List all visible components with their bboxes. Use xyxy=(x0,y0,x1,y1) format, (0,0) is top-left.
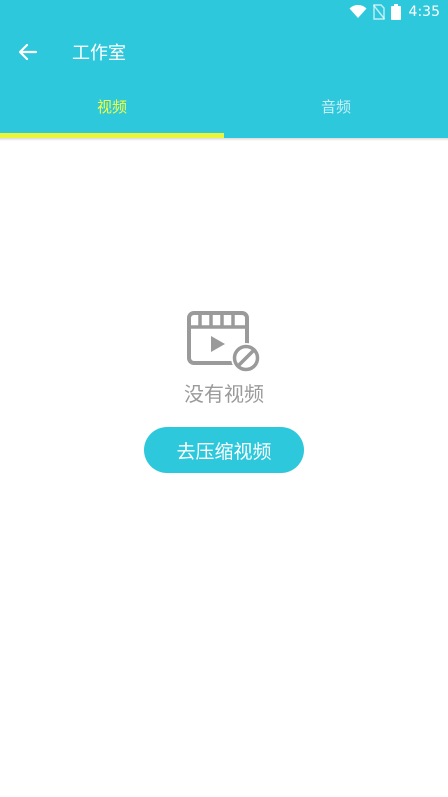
page-title: 工作室 xyxy=(72,43,126,64)
battery-icon xyxy=(390,4,401,20)
back-button[interactable] xyxy=(8,32,48,72)
no-sim-icon xyxy=(372,4,385,20)
arrow-left-icon xyxy=(18,43,38,61)
empty-message: 没有视频 xyxy=(184,382,264,406)
app-bar-shadow xyxy=(0,138,448,141)
tab-audio-label: 音频 xyxy=(320,97,351,116)
app-bar: 4:35 工作室 视频 音频 xyxy=(0,0,448,138)
video-off-icon xyxy=(187,311,261,373)
toolbar: 工作室 xyxy=(0,24,448,80)
go-compress-video-button[interactable]: 去压缩视频 xyxy=(144,427,304,473)
tab-video-label: 视频 xyxy=(96,97,127,116)
tab-audio[interactable]: 音频 xyxy=(224,80,448,138)
status-bar: 4:35 xyxy=(0,0,448,24)
status-icons: 4:35 xyxy=(349,3,440,21)
empty-state: 没有视频 去压缩视频 xyxy=(0,310,448,473)
wifi-icon xyxy=(349,5,367,18)
status-time: 4:35 xyxy=(408,4,440,20)
tab-video[interactable]: 视频 xyxy=(0,80,224,138)
tab-bar: 视频 音频 xyxy=(0,80,448,138)
